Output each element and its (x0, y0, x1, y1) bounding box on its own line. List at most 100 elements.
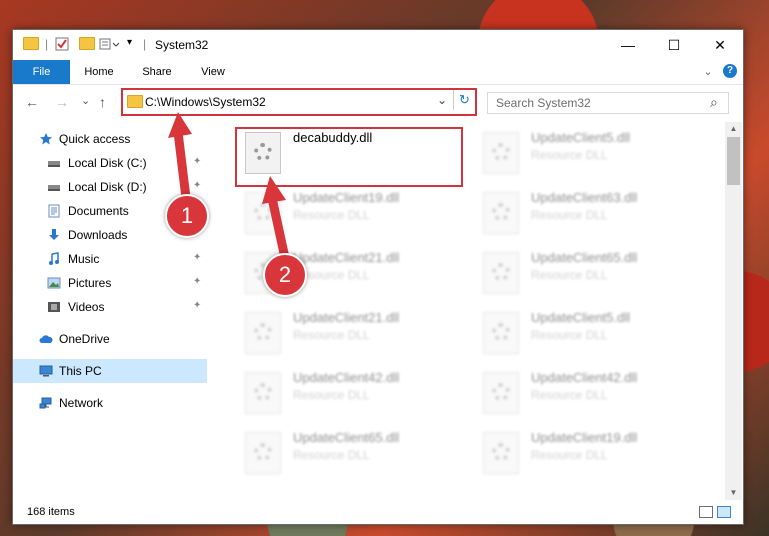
tab-home[interactable]: Home (75, 60, 123, 84)
file-highlight-box (235, 127, 463, 187)
sidebar-item-network[interactable]: Network (13, 391, 207, 415)
cloud-icon (39, 335, 53, 343)
file-type: Resource DLL (293, 208, 370, 222)
file-item[interactable]: UpdateClient19.dll Resource DLL (461, 424, 681, 476)
document-icon (48, 204, 60, 218)
download-icon (49, 229, 59, 240)
sidebar-item-quick-access[interactable]: Quick access (13, 127, 207, 151)
drive-icon (48, 185, 60, 191)
tab-view[interactable]: View (189, 60, 237, 84)
forward-button[interactable]: → (55, 94, 69, 110)
dll-file-icon (245, 192, 281, 234)
customize-icon[interactable] (99, 37, 121, 53)
sidebar-item-label: This PC (59, 364, 102, 378)
file-item[interactable]: UpdateClient65.dll Resource DLL (461, 244, 681, 296)
step-2-badge: 2 (263, 253, 307, 297)
recent-locations-button[interactable]: ⌄ (81, 94, 90, 107)
music-icon (49, 252, 59, 265)
properties-icon[interactable] (55, 37, 69, 53)
details-view-icon[interactable] (699, 506, 713, 518)
sidebar-item-label: Local Disk (C:) (68, 156, 147, 170)
address-path[interactable]: C:\Windows\System32 (145, 95, 266, 109)
search-placeholder: Search System32 (496, 96, 591, 110)
file-type: Resource DLL (531, 148, 608, 162)
maximize-button[interactable]: ☐ (651, 30, 697, 60)
file-item[interactable]: UpdateClient5.dll Resource DLL (461, 304, 681, 356)
file-type: Resource DLL (531, 328, 608, 342)
drive-icon (48, 161, 60, 167)
tab-file[interactable]: File (13, 60, 70, 84)
separator: | (45, 37, 49, 51)
file-item[interactable]: UpdateClient21.dll Resource DLL (223, 244, 443, 296)
sidebar-item-label: OneDrive (59, 332, 110, 346)
pin-icon: ✦ (193, 252, 202, 263)
file-item[interactable]: UpdateClient42.dll Resource DLL (461, 364, 681, 416)
dll-file-icon (483, 312, 519, 354)
file-type: Resource DLL (531, 208, 608, 222)
file-name: UpdateClient5.dll (531, 310, 631, 325)
file-item[interactable]: UpdateClient65.dll Resource DLL (223, 424, 443, 476)
minimize-button[interactable]: — (605, 30, 651, 60)
dll-file-icon (245, 432, 281, 474)
file-name: UpdateClient65.dll (293, 430, 400, 445)
sidebar-item-label: Quick access (59, 132, 131, 146)
scrollbar-thumb[interactable] (727, 137, 740, 185)
dll-file-icon (483, 192, 519, 234)
title-bar: | ▾ | System32 — ☐ ✕ (13, 30, 743, 60)
tab-share[interactable]: Share (133, 60, 181, 84)
sidebar-item-this-pc[interactable]: This PC (13, 359, 207, 383)
scroll-down-icon[interactable]: ▼ (725, 486, 742, 500)
pin-icon: ✦ (193, 180, 202, 191)
help-icon[interactable]: ? (723, 64, 737, 78)
file-name: UpdateClient21.dll (293, 310, 400, 325)
file-name: UpdateClient65.dll (531, 250, 638, 265)
large-icons-view-icon[interactable] (717, 506, 731, 518)
address-bar[interactable]: C:\Windows\System32 ⌄ ↻ (121, 88, 477, 116)
file-item[interactable]: UpdateClient5.dll Resource DLL (461, 124, 681, 176)
file-item[interactable]: UpdateClient19.dll Resource DLL (223, 184, 443, 236)
refresh-icon[interactable]: ↻ (459, 92, 470, 108)
sidebar-item-pictures[interactable]: Pictures ✦ (13, 271, 207, 295)
file-name: UpdateClient5.dll (531, 130, 631, 145)
close-button[interactable]: ✕ (697, 30, 743, 60)
file-type: Resource DLL (531, 448, 608, 462)
dll-file-icon (245, 372, 281, 414)
sidebar-item-label: Downloads (68, 228, 128, 242)
scroll-up-icon[interactable]: ▲ (725, 122, 742, 136)
file-name: UpdateClient63.dll (531, 190, 638, 205)
search-icon[interactable]: ⌕ (710, 94, 718, 111)
video-icon (48, 302, 60, 312)
file-name: UpdateClient42.dll (293, 370, 400, 385)
file-item[interactable]: UpdateClient21.dll Resource DLL (223, 304, 443, 356)
sidebar-item-music[interactable]: Music ✦ (13, 247, 207, 271)
file-type: Resource DLL (293, 388, 370, 402)
dll-file-icon (483, 372, 519, 414)
file-item[interactable]: UpdateClient63.dll Resource DLL (461, 184, 681, 236)
picture-icon (47, 277, 61, 289)
folder-icon (23, 37, 39, 53)
ribbon: File Home Share View ⌄ ? (13, 60, 743, 85)
file-name: UpdateClient42.dll (531, 370, 638, 385)
quick-access-dropdown-icon[interactable]: ▾ (127, 37, 132, 53)
sidebar-item-onedrive[interactable]: OneDrive (13, 327, 207, 351)
vertical-scrollbar[interactable]: ▲ ▼ (725, 122, 742, 500)
ribbon-expand-icon[interactable]: ⌄ (701, 60, 715, 84)
sidebar-item-label: Local Disk (D:) (68, 180, 147, 194)
file-item[interactable]: UpdateClient42.dll Resource DLL (223, 364, 443, 416)
sidebar-item-local-disk-c[interactable]: Local Disk (C:) ✦ (13, 151, 207, 175)
new-folder-icon[interactable] (79, 37, 95, 53)
sidebar-item-label: Music (68, 252, 100, 266)
sidebar-item-label: Videos (68, 300, 105, 314)
sidebar-item-label: Documents (68, 204, 129, 218)
file-type: Resource DLL (293, 448, 370, 462)
sidebar-item-videos[interactable]: Videos ✦ (13, 295, 207, 319)
up-button[interactable]: ↑ (99, 94, 106, 110)
step-1-badge: 1 (165, 194, 209, 238)
item-count: 168 items (27, 506, 75, 518)
sidebar-item-label: Network (59, 396, 104, 410)
dll-file-icon (483, 252, 519, 294)
search-input[interactable]: Search System32 ⌕ (487, 92, 729, 114)
back-button[interactable]: ← (25, 94, 39, 110)
address-dropdown-icon[interactable]: ⌄ (437, 93, 447, 107)
file-name: UpdateClient19.dll (531, 430, 638, 445)
